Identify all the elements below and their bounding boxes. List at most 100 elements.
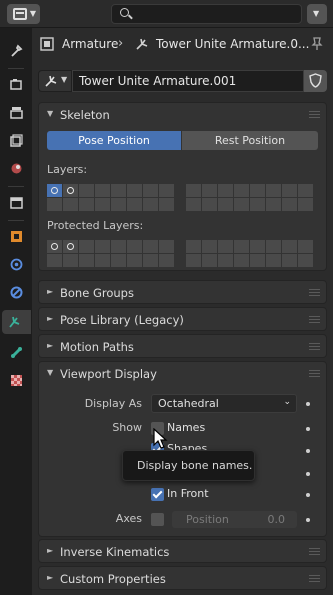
layer-toggle[interactable] <box>79 198 95 212</box>
layer-toggle[interactable] <box>202 184 218 198</box>
layer-toggle[interactable] <box>127 254 143 268</box>
axes-position-field[interactable]: Position 0.0 <box>172 511 297 528</box>
layer-toggle[interactable] <box>79 240 95 254</box>
keyframe-dot-icon[interactable] <box>306 493 310 497</box>
drag-handle-icon[interactable] <box>309 343 320 351</box>
keyframe-dot-icon[interactable] <box>306 402 310 406</box>
tab-output[interactable] <box>4 100 28 124</box>
layer-toggle[interactable] <box>111 198 127 212</box>
layer-toggle[interactable] <box>143 240 159 254</box>
layer-toggle[interactable] <box>79 254 95 268</box>
keyframe-dot-icon[interactable] <box>306 472 310 476</box>
layer-toggle[interactable] <box>159 198 175 212</box>
pose-library-panel[interactable]: ► Pose Library (Legacy) <box>38 307 327 331</box>
layer-toggle[interactable] <box>111 184 127 198</box>
rest-position-button[interactable]: Rest Position <box>182 131 318 150</box>
inverse-kinematics-panel[interactable]: ► Inverse Kinematics <box>38 539 327 563</box>
layer-toggle[interactable] <box>95 198 111 212</box>
layer-toggle[interactable] <box>250 198 266 212</box>
layer-toggle[interactable] <box>202 254 218 268</box>
tab-object[interactable] <box>4 252 28 276</box>
tab-bone[interactable] <box>4 340 28 364</box>
layer-toggle[interactable] <box>186 254 202 268</box>
layer-toggle[interactable] <box>234 254 250 268</box>
layer-toggle[interactable] <box>111 254 127 268</box>
layer-toggle[interactable] <box>234 184 250 198</box>
layer-toggle[interactable] <box>63 240 79 254</box>
layer-toggle[interactable] <box>298 184 314 198</box>
browse-datablock-button[interactable]: ▼ <box>38 70 72 92</box>
layer-toggle[interactable] <box>47 184 63 198</box>
editor-type-button[interactable]: ▼ <box>7 4 40 24</box>
layer-toggle[interactable] <box>47 198 63 212</box>
layer-toggle[interactable] <box>63 198 79 212</box>
layer-toggle[interactable] <box>202 240 218 254</box>
layer-toggle[interactable] <box>218 254 234 268</box>
tab-armature-data[interactable] <box>2 310 31 334</box>
tab-world[interactable] <box>4 190 28 214</box>
layer-toggle[interactable] <box>79 184 95 198</box>
skeleton-panel-header[interactable]: ▼ Skeleton <box>39 103 326 127</box>
layer-toggle[interactable] <box>127 198 143 212</box>
layer-toggle[interactable] <box>282 254 298 268</box>
layer-toggle[interactable] <box>218 240 234 254</box>
tab-view-layer[interactable] <box>4 128 28 152</box>
layer-toggle[interactable] <box>298 254 314 268</box>
tab-collection[interactable] <box>4 224 28 248</box>
layer-toggle[interactable] <box>186 198 202 212</box>
layer-toggle[interactable] <box>250 184 266 198</box>
options-menu-button[interactable]: ▼ <box>307 4 327 24</box>
layer-toggle[interactable] <box>234 240 250 254</box>
motion-paths-panel[interactable]: ► Motion Paths <box>38 334 327 358</box>
tab-scene[interactable] <box>4 156 28 180</box>
tab-modifiers[interactable] <box>4 280 28 304</box>
layer-toggle[interactable] <box>111 240 127 254</box>
layer-toggle[interactable] <box>282 198 298 212</box>
layer-toggle[interactable] <box>95 184 111 198</box>
drag-handle-icon[interactable] <box>309 316 320 324</box>
pin-icon[interactable] <box>311 37 323 51</box>
bone-groups-panel[interactable]: ► Bone Groups <box>38 280 327 304</box>
fake-user-button[interactable] <box>304 70 327 92</box>
layer-toggle[interactable] <box>282 240 298 254</box>
layer-toggle[interactable] <box>47 240 63 254</box>
layer-toggle[interactable] <box>250 254 266 268</box>
drag-handle-icon[interactable] <box>309 548 320 556</box>
layer-toggle[interactable] <box>234 198 250 212</box>
pose-position-button[interactable]: Pose Position <box>47 131 181 150</box>
custom-properties-panel[interactable]: ► Custom Properties <box>38 566 327 590</box>
layer-toggle[interactable] <box>95 240 111 254</box>
drag-handle-icon[interactable] <box>309 370 320 378</box>
layer-toggle[interactable] <box>159 184 175 198</box>
layer-toggle[interactable] <box>143 198 159 212</box>
layer-toggle[interactable] <box>282 184 298 198</box>
layer-toggle[interactable] <box>143 254 159 268</box>
drag-handle-icon[interactable] <box>309 575 320 583</box>
tab-render[interactable] <box>4 72 28 96</box>
layer-toggle[interactable] <box>47 254 63 268</box>
layer-toggle[interactable] <box>218 198 234 212</box>
layer-toggle[interactable] <box>266 240 282 254</box>
layer-toggle[interactable] <box>186 184 202 198</box>
layer-toggle[interactable] <box>186 240 202 254</box>
layer-toggle[interactable] <box>127 184 143 198</box>
keyframe-dot-icon[interactable] <box>306 518 310 522</box>
layer-toggle[interactable] <box>63 184 79 198</box>
layer-toggle[interactable] <box>266 198 282 212</box>
layer-toggle[interactable] <box>218 184 234 198</box>
layer-toggle[interactable] <box>127 240 143 254</box>
drag-handle-icon[interactable] <box>309 111 320 119</box>
layer-toggle[interactable] <box>250 240 266 254</box>
layer-toggle[interactable] <box>266 254 282 268</box>
display-as-dropdown[interactable]: Octahedral ⌄ <box>151 394 297 413</box>
tab-tool[interactable] <box>4 38 28 62</box>
layer-toggle[interactable] <box>298 198 314 212</box>
layer-toggle[interactable] <box>63 254 79 268</box>
axes-checkbox[interactable] <box>151 513 164 526</box>
layer-toggle[interactable] <box>159 240 175 254</box>
layer-toggle[interactable] <box>202 198 218 212</box>
drag-handle-icon[interactable] <box>309 289 320 297</box>
in-front-checkbox[interactable] <box>151 488 164 501</box>
keyframe-dot-icon[interactable] <box>306 449 310 453</box>
layer-toggle[interactable] <box>298 240 314 254</box>
